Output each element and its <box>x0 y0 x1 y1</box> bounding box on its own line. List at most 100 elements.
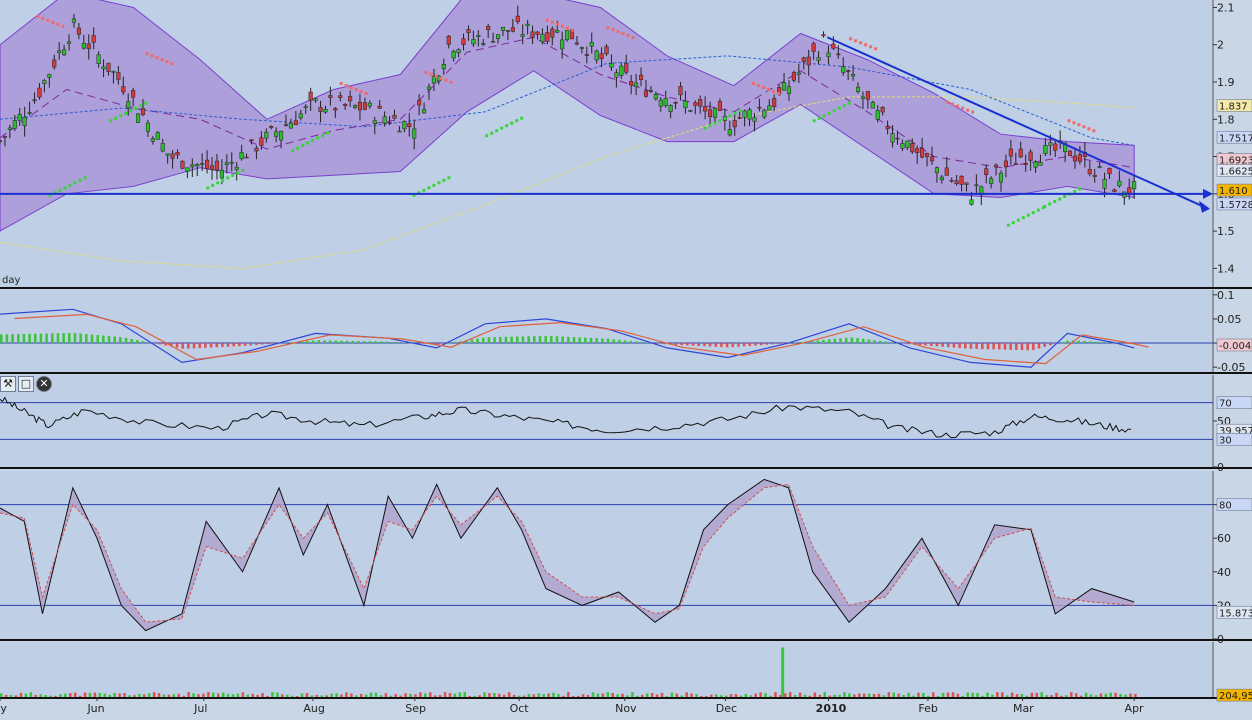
candle-body <box>27 112 32 114</box>
psar-dot <box>444 78 448 82</box>
value-tag-label: 1.5728 <box>1219 200 1252 211</box>
y-tick-label: 60 <box>1217 532 1231 545</box>
close-icon[interactable]: ✕ <box>36 376 52 392</box>
candle-body <box>989 178 994 184</box>
psar-dot <box>1031 211 1035 215</box>
candle-body <box>500 26 506 31</box>
psar-dot <box>429 72 433 76</box>
volume-bar <box>443 692 447 697</box>
candle-body <box>1097 166 1102 168</box>
volume-bar <box>734 694 738 697</box>
volume-bar <box>468 695 471 697</box>
candle-body <box>165 153 170 156</box>
macd-bar <box>385 341 389 344</box>
volume-bar <box>202 693 205 697</box>
candle-body <box>303 106 308 108</box>
macd-bar <box>601 338 604 344</box>
psar-dot <box>849 37 853 41</box>
candle-body <box>939 176 944 181</box>
psar-dot <box>301 144 305 148</box>
candle-body <box>323 109 328 113</box>
psar-dot <box>1087 127 1091 131</box>
candle-body <box>865 91 870 100</box>
candle-body <box>239 152 244 160</box>
psar-dot <box>145 52 149 56</box>
volume-bar <box>14 695 18 697</box>
volume-bar <box>374 692 378 697</box>
candle-body <box>520 34 525 37</box>
candle-body <box>1038 162 1043 166</box>
psar-dot <box>68 183 72 187</box>
volume-bar <box>1020 693 1024 697</box>
psar-dot <box>449 80 453 84</box>
macd-bar <box>504 336 508 344</box>
psar-dot <box>1048 202 1052 206</box>
value-tag-label: 1.837 <box>1219 101 1248 112</box>
macd-bar <box>901 343 905 344</box>
volume-bar <box>300 693 304 697</box>
macd-bar <box>924 343 927 346</box>
volume-bar <box>379 695 383 697</box>
psar-dot <box>422 188 426 192</box>
volume-bar <box>236 693 240 697</box>
volume-spike-bar <box>781 647 785 697</box>
candle-body <box>584 54 589 56</box>
psar-dot <box>221 178 225 182</box>
volume-bar <box>78 695 82 697</box>
volume-bar <box>409 693 412 697</box>
y-tick-label: 0.1 <box>1217 289 1235 302</box>
candle-body <box>451 51 456 59</box>
volume-bar <box>877 693 881 697</box>
macd-bar <box>73 333 77 344</box>
macd-bar <box>249 343 253 346</box>
psar-dot <box>859 41 863 45</box>
window-icon[interactable]: □ <box>18 376 34 392</box>
volume-bar <box>221 692 225 697</box>
candle-body <box>550 28 555 38</box>
macd-bar <box>584 337 587 344</box>
volume-bar <box>754 693 757 697</box>
psar-dot <box>114 116 118 120</box>
volume-bar <box>665 696 669 697</box>
candle-body <box>574 42 579 45</box>
psar-dot <box>344 84 348 87</box>
volume-bar <box>54 695 57 697</box>
volume-bar <box>34 694 38 697</box>
volume-bar <box>281 694 284 697</box>
volume-bar <box>724 695 728 697</box>
volume-bar <box>473 695 476 697</box>
x-tick-label: Aug <box>303 702 324 715</box>
candle-body <box>885 126 890 130</box>
candle-body <box>806 56 811 66</box>
volume-bar <box>433 695 437 697</box>
psar-dot <box>339 82 343 85</box>
y-tick-label: 1.5 <box>1217 225 1235 238</box>
volume-bar <box>69 693 72 697</box>
candle-body <box>851 74 856 77</box>
candle-body <box>140 108 146 115</box>
candle-body <box>456 49 461 53</box>
volume-bar <box>157 693 161 697</box>
volume-bar <box>103 693 107 697</box>
macd-bar <box>544 335 547 344</box>
volume-bar <box>966 692 969 697</box>
macd-bar <box>1088 341 1092 344</box>
macd-bar <box>447 342 451 344</box>
macd-bar <box>793 342 797 344</box>
volume-bar <box>991 694 994 697</box>
x-tick-label: Feb <box>918 702 937 715</box>
candle-body <box>1033 161 1038 168</box>
y-tick-label: 1.8 <box>1217 113 1235 126</box>
candle-body <box>555 30 560 33</box>
candle-body <box>727 129 732 136</box>
wrench-icon[interactable]: ⚒ <box>0 376 16 392</box>
candle-body <box>831 43 836 49</box>
volume-bar <box>917 692 920 697</box>
volume-bar <box>212 692 215 697</box>
candle-body <box>624 62 629 73</box>
macd-bar <box>175 343 179 348</box>
volume-bar <box>1070 692 1073 697</box>
candle-body <box>599 53 604 59</box>
candle-body <box>1112 189 1117 192</box>
macd-bar <box>873 340 876 344</box>
